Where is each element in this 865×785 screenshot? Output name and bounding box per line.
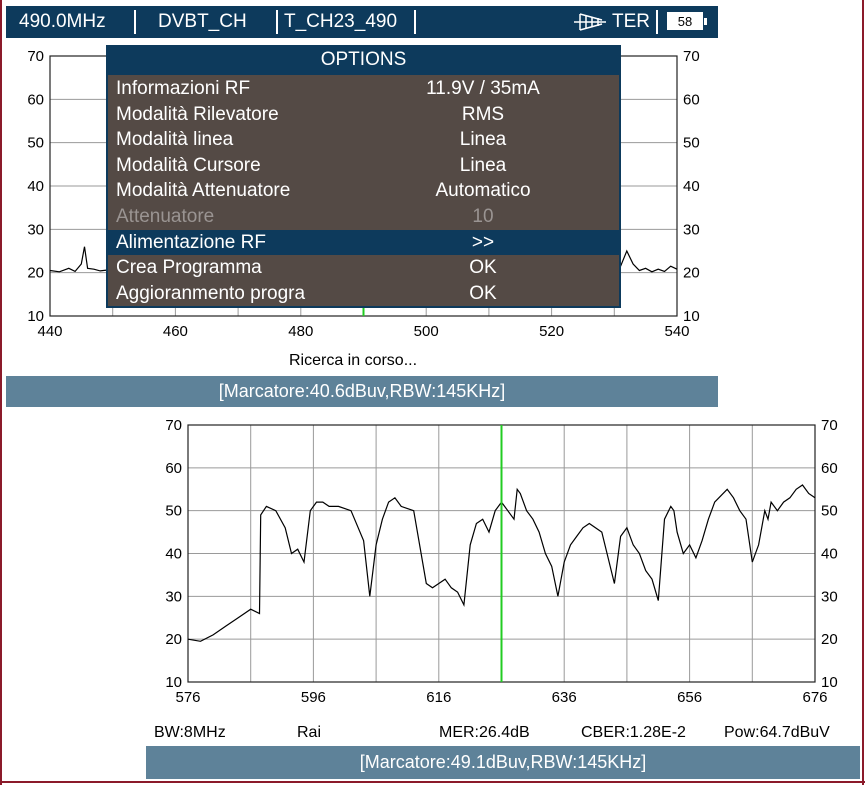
y-tick-label-right: 50 xyxy=(683,135,700,152)
x-tick-label: 540 xyxy=(664,323,689,340)
y-tick-label-left: 60 xyxy=(27,91,44,108)
search-status-text: Ricerca in corso... xyxy=(289,352,418,369)
service-name: Rai xyxy=(297,724,322,741)
option-label: Attenuatore xyxy=(116,206,215,227)
x-tick-label: 500 xyxy=(414,323,439,340)
marker-bar-top: [Marcatore:40.6dBuv,RBW:145KHz] xyxy=(6,376,718,407)
x-tick-label: 440 xyxy=(37,323,62,340)
option-label: Modalità Rilevatore xyxy=(116,103,279,125)
option-value: Automatico xyxy=(435,180,531,202)
option-label: Modalità Attenuatore xyxy=(116,180,291,202)
y-tick-label-right: 40 xyxy=(683,178,700,195)
spectrum-chart-bottom: 10 1020 2030 3040 4050 5060 6070 70576 596 616 636… xyxy=(165,417,838,706)
y-tick-label-left: 50 xyxy=(165,503,182,520)
option-value: Linea xyxy=(459,129,507,151)
y-tick-label-left: 70 xyxy=(27,48,44,65)
bandwidth-readout: BW:8MHz xyxy=(154,724,226,741)
channel-readout: T_CH23_490 xyxy=(284,11,398,32)
option-label: Crea Programma xyxy=(116,257,262,279)
marker-bar-bottom: [Marcatore:49.1dBuv,RBW:145KHz] xyxy=(146,746,860,779)
options-menu: OPTIONS Informazioni RF 11.9V / 35mA Modal… xyxy=(106,45,621,308)
y-tick-label-right: 30 xyxy=(683,221,700,238)
standard-readout: DVBT_CH xyxy=(158,11,247,32)
top-screen: 490.0MHz DVBT_CH T_CH23_490 TER 58 1010 xyxy=(6,6,718,407)
option-item[interactable]: Modalità linea Linea xyxy=(108,127,619,153)
x-tick-label: 460 xyxy=(163,323,188,340)
y-tick-label-right: 40 xyxy=(821,546,838,563)
frame-right-line xyxy=(862,0,864,785)
option-item[interactable]: Modalità Attenuatore Automatico xyxy=(108,178,619,204)
option-value: RMS xyxy=(461,103,505,125)
header-separator xyxy=(276,10,278,34)
mer-readout: MER:26.4dB xyxy=(439,724,530,741)
y-tick-label-left: 30 xyxy=(165,588,182,605)
power-readout: Pow:64.7dBuV xyxy=(724,724,830,741)
y-tick-label-right: 20 xyxy=(821,631,838,648)
x-tick-label: 480 xyxy=(288,323,313,340)
frequency-readout: 490.0MHz xyxy=(19,11,106,32)
x-tick-label: 520 xyxy=(539,323,564,340)
option-label: Modalità Cursore xyxy=(116,154,261,176)
y-tick-label-right: 20 xyxy=(683,265,700,282)
y-tick-label-left: 70 xyxy=(165,417,182,434)
option-value: 10 xyxy=(472,206,494,227)
band-readout: TER xyxy=(612,11,650,32)
y-tick-label-left: 20 xyxy=(165,631,182,648)
y-tick-label-left: 60 xyxy=(165,460,182,477)
option-item: Attenuatore 10 xyxy=(108,204,619,230)
y-tick-label-left: 30 xyxy=(27,221,44,238)
option-item[interactable]: Modalità Cursore Linea xyxy=(108,153,619,179)
y-tick-label-left: 50 xyxy=(27,135,44,152)
option-value: Linea xyxy=(459,154,507,176)
option-value: OK xyxy=(469,257,497,279)
x-tick-label: 656 xyxy=(677,689,702,706)
option-label: Informazioni RF xyxy=(116,78,251,99)
x-tick-label: 616 xyxy=(426,689,451,706)
option-label: Modalità linea xyxy=(116,129,234,151)
y-tick-label-right: 70 xyxy=(821,417,838,434)
y-tick-label-right: 60 xyxy=(683,91,700,108)
option-item[interactable]: Aggioranmento progra OK xyxy=(108,281,619,307)
frame-left-line xyxy=(0,0,2,785)
x-tick-label: 636 xyxy=(552,689,577,706)
header-separator xyxy=(134,10,136,34)
header-bar: 490.0MHz DVBT_CH T_CH23_490 TER 58 xyxy=(6,6,718,38)
x-tick-label: 596 xyxy=(301,689,326,706)
y-tick-label-left: 40 xyxy=(165,546,182,563)
bottom-screen: 10 10 20 20 30 30 40 40 50 50 60 60 70 70 576 596 616 636… xyxy=(146,410,860,779)
option-value: OK xyxy=(469,282,497,304)
frame-bottom-line xyxy=(0,781,865,783)
y-tick-label-right: 50 xyxy=(821,503,838,520)
battery-indicator: 58 xyxy=(667,12,707,30)
cber-readout: CBER:1.28E-2 xyxy=(581,724,686,741)
option-label: Alimentazione RF xyxy=(116,231,266,253)
y-tick-label-left: 40 xyxy=(27,178,44,195)
header-separator xyxy=(656,10,658,34)
x-tick-label: 576 xyxy=(175,689,200,706)
header-separator xyxy=(414,10,416,34)
option-value: 11.9V / 35mA xyxy=(426,78,540,99)
option-item[interactable]: Alimentazione RF >> xyxy=(108,229,619,256)
y-tick-label-right: 30 xyxy=(821,588,838,605)
antenna-icon xyxy=(572,6,608,38)
y-tick-label-left: 20 xyxy=(27,265,44,282)
option-item[interactable]: Informazioni RF 11.9V / 35mA xyxy=(108,76,619,102)
option-item[interactable]: Crea Programma OK xyxy=(108,255,619,281)
option-label: Aggioranmento progra xyxy=(116,282,306,304)
option-item[interactable]: Modalità Rilevatore RMS xyxy=(108,102,619,128)
y-tick-label-right: 70 xyxy=(683,48,700,65)
y-tick-label-right: 60 xyxy=(821,460,838,477)
x-tick-label: 676 xyxy=(802,689,827,706)
options-title: OPTIONS xyxy=(108,47,619,75)
option-value: >> xyxy=(471,231,495,253)
